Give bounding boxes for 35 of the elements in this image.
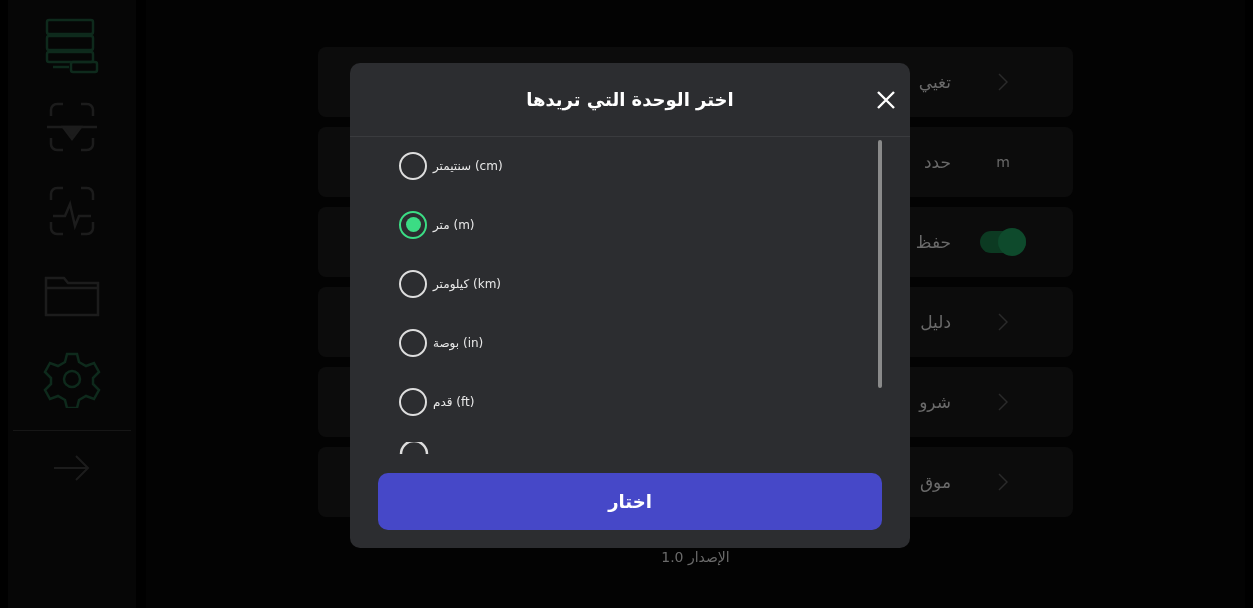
radio-option[interactable]: كيلومتر (km) — [399, 269, 910, 298]
row-label: شرو — [919, 392, 951, 412]
radio-button[interactable] — [399, 210, 427, 239]
radio-ring-icon — [399, 442, 429, 454]
server-icon — [43, 18, 101, 74]
settings-icon — [43, 350, 101, 408]
option-label: سنتيمتر (cm) — [433, 158, 503, 173]
choose-button[interactable]: اختار — [378, 473, 882, 530]
radio-button[interactable] — [399, 269, 427, 298]
option-label: متر (m) — [433, 217, 475, 232]
version-text: الإصدار 1.0 — [661, 549, 730, 565]
row-value: m — [996, 154, 1010, 170]
dialog-title: اختر الوحدة التي تريدها — [526, 89, 734, 110]
scrollbar[interactable] — [878, 140, 882, 388]
chevron-icon — [998, 473, 1008, 491]
option-label: بوصة (in) — [433, 335, 484, 350]
row-label: موق — [919, 472, 951, 492]
row-label: حفظ — [915, 232, 951, 252]
option-label: كيلومتر (km) — [433, 276, 501, 291]
radio-button[interactable] — [399, 387, 427, 416]
toggle-switch[interactable] — [980, 231, 1026, 253]
row-label: دليل — [920, 312, 951, 332]
close-icon[interactable] — [877, 91, 895, 109]
chevron-icon — [998, 73, 1008, 91]
chevron-icon — [998, 313, 1008, 331]
radio-option[interactable]: سنتيمتر (cm) — [399, 151, 910, 180]
radio-button[interactable] — [399, 328, 427, 357]
row-label: تغيي — [918, 72, 951, 92]
radio-button[interactable] — [399, 151, 427, 180]
chevron-icon — [998, 393, 1008, 411]
option-label: قدم (ft) — [433, 394, 475, 409]
radio-option[interactable]: قدم (ft) — [399, 387, 910, 416]
radio-option[interactable]: متر (m) — [399, 210, 910, 239]
row-label: حدد — [924, 152, 951, 172]
radio-option[interactable]: بوصة (in) — [399, 328, 910, 357]
